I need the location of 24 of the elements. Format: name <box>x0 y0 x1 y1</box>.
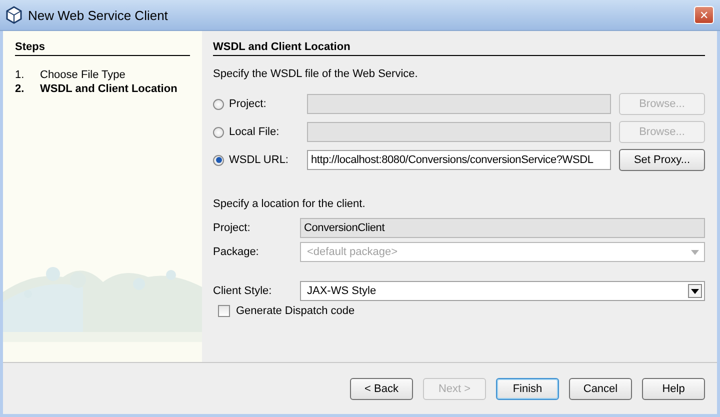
dialog-button[interactable]: Finish <box>496 378 559 400</box>
description-text: Specify the WSDL file of the Web Service. <box>213 68 419 80</box>
steps-heading: Steps <box>15 41 190 56</box>
window-title: New Web Service Client <box>28 8 169 22</box>
dialog-button[interactable]: < Back <box>350 378 413 400</box>
field-label: Client Style: <box>213 285 273 297</box>
section-heading: WSDL and Client Location <box>213 41 705 56</box>
dropdown[interactable]: JAX-WS Style <box>300 281 705 301</box>
field-label: Package: <box>213 246 260 258</box>
close-button[interactable]: ✕ <box>694 6 714 24</box>
dialog-button[interactable]: Help <box>642 378 705 400</box>
step-item[interactable]: 1. Choose File Type <box>15 68 190 82</box>
input-field[interactable]: ConversionClient <box>300 218 705 238</box>
dropdown-arrow-icon <box>691 250 699 254</box>
field-label: Project: <box>213 222 252 234</box>
dropdown-arrow-icon <box>691 288 699 294</box>
description-text: Specify a location for the client. <box>213 198 366 210</box>
proxy-button[interactable]: Set Proxy... <box>619 149 705 171</box>
radio-button[interactable]: WSDL URL: <box>213 154 299 166</box>
cube-icon <box>6 6 22 24</box>
input-field[interactable]: http://localhost:8080/Conversions/conversionService?WSDL <box>307 150 611 170</box>
dialog-button[interactable]: Cancel <box>569 378 632 400</box>
checkbox[interactable]: Generate Dispatch code <box>218 305 705 317</box>
step-item[interactable]: 2. WSDL and Client Location <box>15 82 190 96</box>
